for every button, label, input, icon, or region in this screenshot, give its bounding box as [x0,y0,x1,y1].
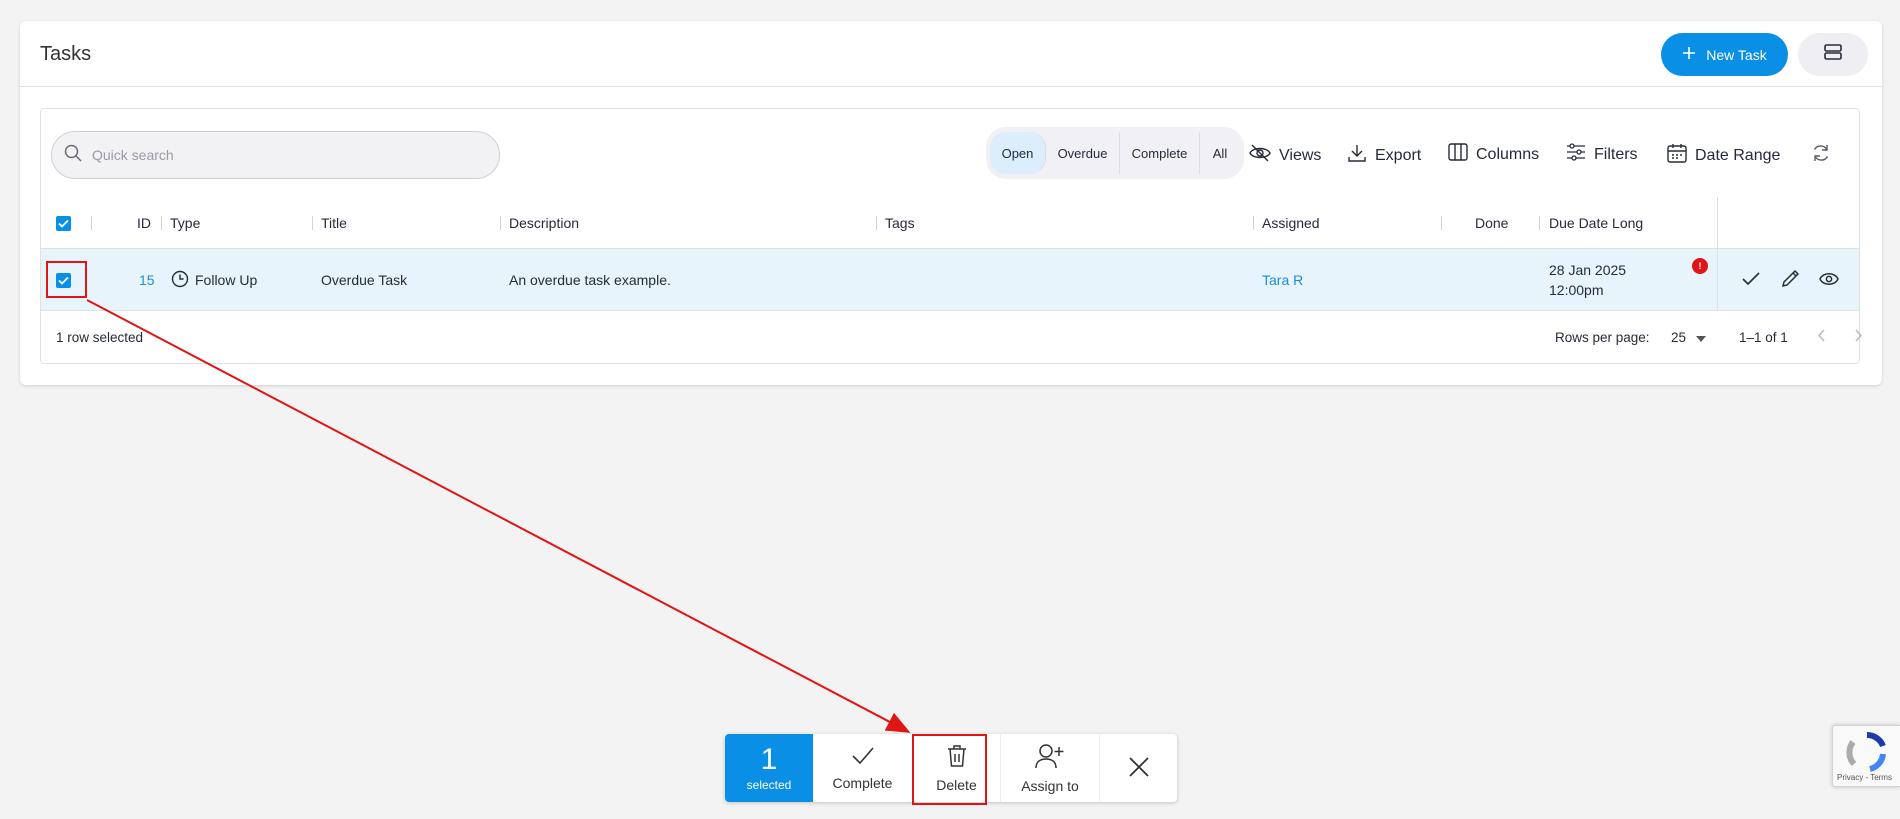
recaptcha-badge[interactable]: Privacy - Terms [1832,725,1900,787]
selected-label: selected [746,778,792,792]
selected-count-badge: 1 selected [725,734,813,802]
recaptcha-links[interactable]: Privacy - Terms [1837,773,1892,782]
check-icon [851,746,875,769]
annotation-arrow [86,299,911,733]
recaptcha-logo-icon [1845,731,1889,777]
bulk-complete-label: Complete [832,774,893,791]
bulk-assign-button[interactable]: Assign to [1001,734,1100,802]
selected-count: 1 [760,743,778,776]
annotation-highlight-delete [912,734,987,805]
close-icon [1128,756,1150,781]
bulk-complete-button[interactable]: Complete [813,734,913,802]
clear-selection-button[interactable] [1100,734,1177,802]
bulk-assign-label: Assign to [1021,777,1079,794]
add-user-icon [1035,743,1065,772]
